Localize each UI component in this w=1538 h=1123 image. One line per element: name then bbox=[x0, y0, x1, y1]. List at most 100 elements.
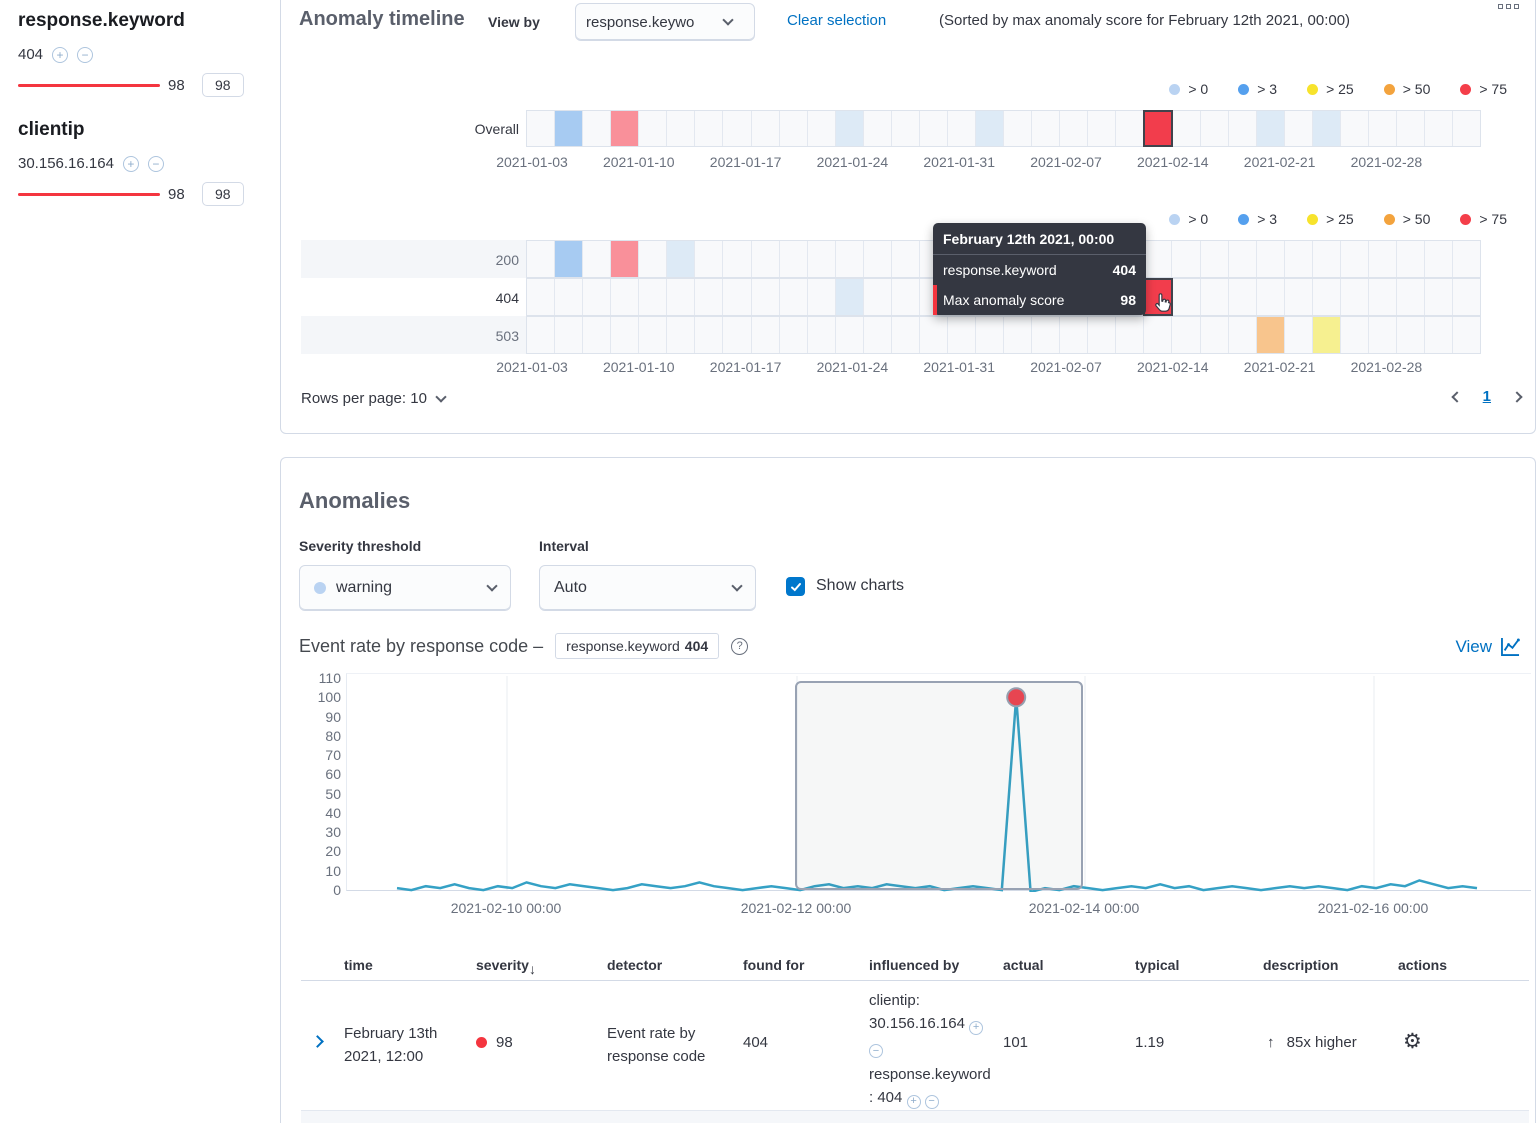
swimlane-cell[interactable] bbox=[639, 279, 667, 315]
swimlane-cell[interactable] bbox=[1229, 279, 1257, 315]
column-header-influenced-by[interactable]: influenced by bbox=[869, 957, 959, 973]
swimlane-cell[interactable] bbox=[1088, 111, 1116, 146]
swimlane-cell[interactable] bbox=[1453, 279, 1480, 315]
interval-select[interactable]: Auto bbox=[539, 565, 756, 611]
swimlane-cell[interactable] bbox=[1313, 279, 1341, 315]
rows-per-page-control[interactable]: Rows per page: 10 bbox=[301, 390, 445, 407]
swimlane-cell[interactable] bbox=[1397, 241, 1425, 277]
swimlane-cell[interactable] bbox=[1341, 241, 1369, 277]
severity-threshold-select[interactable]: warning bbox=[299, 565, 511, 611]
swimlane-cell[interactable] bbox=[1116, 111, 1144, 146]
swimlane-cell[interactable] bbox=[527, 279, 555, 315]
swimlane-cell[interactable] bbox=[555, 111, 583, 146]
column-header-typical[interactable]: typical bbox=[1135, 957, 1179, 973]
swimlane-cell[interactable] bbox=[611, 279, 639, 315]
show-charts-checkbox[interactable] bbox=[786, 577, 805, 596]
swimlane-cell[interactable] bbox=[1032, 317, 1060, 353]
swimlane-cell[interactable] bbox=[892, 279, 920, 315]
swimlane-cell[interactable] bbox=[611, 241, 639, 277]
swimlane-cell[interactable] bbox=[1341, 317, 1369, 353]
swimlane-cell[interactable] bbox=[1425, 241, 1453, 277]
swimlane-cell[interactable] bbox=[667, 241, 695, 277]
swimlane-cell[interactable] bbox=[920, 317, 948, 353]
swimlane-cell[interactable] bbox=[1257, 317, 1285, 353]
swimlane-cell[interactable] bbox=[808, 241, 836, 277]
swimlane-cell[interactable] bbox=[695, 111, 723, 146]
swimlane-cell[interactable] bbox=[892, 111, 920, 146]
column-header-severity[interactable]: severity ↓ bbox=[476, 957, 529, 973]
previous-page-icon[interactable] bbox=[1451, 391, 1462, 402]
swimlane-cell[interactable] bbox=[1229, 241, 1257, 277]
swimlane-cell[interactable] bbox=[808, 279, 836, 315]
swimlane-cell[interactable] bbox=[752, 279, 780, 315]
swimlane-cell[interactable] bbox=[1397, 317, 1425, 353]
time-selection-brush[interactable] bbox=[795, 681, 1083, 890]
swimlane-cell[interactable] bbox=[1425, 279, 1453, 315]
swimlane-cell[interactable] bbox=[836, 317, 864, 353]
swimlane-cell[interactable] bbox=[948, 111, 976, 146]
swimlane-cell[interactable] bbox=[1313, 241, 1341, 277]
swimlane-cell[interactable] bbox=[1116, 317, 1144, 353]
swimlane-cell[interactable] bbox=[920, 111, 948, 146]
swimlane-cell[interactable] bbox=[1088, 317, 1116, 353]
swimlane-cell[interactable] bbox=[808, 317, 836, 353]
swimlane-cell[interactable] bbox=[1313, 111, 1341, 146]
swimlane-cell[interactable] bbox=[780, 317, 808, 353]
swimlane-cell[interactable] bbox=[639, 241, 667, 277]
swimlane-cell[interactable] bbox=[1397, 279, 1425, 315]
filter-remove-icon[interactable]: − bbox=[869, 1044, 883, 1058]
swimlane-cell[interactable] bbox=[611, 111, 639, 146]
swimlane-cell[interactable] bbox=[1341, 279, 1369, 315]
swimlane-cell[interactable] bbox=[667, 279, 695, 315]
swimlane-cell[interactable] bbox=[555, 279, 583, 315]
swimlane-cell[interactable] bbox=[1257, 279, 1285, 315]
swimlane-cell[interactable] bbox=[527, 241, 555, 277]
help-icon[interactable]: ? bbox=[731, 638, 748, 655]
swimlane-cell[interactable] bbox=[1257, 241, 1285, 277]
swimlane-cell[interactable] bbox=[695, 241, 723, 277]
swimlane-cell[interactable] bbox=[1144, 111, 1172, 146]
swimlane-cell[interactable] bbox=[1453, 317, 1480, 353]
swimlane-cell[interactable] bbox=[1369, 111, 1397, 146]
column-header-description[interactable]: description bbox=[1263, 957, 1338, 973]
swimlane-cell[interactable] bbox=[1229, 317, 1257, 353]
swimlane-cell[interactable] bbox=[611, 317, 639, 353]
swimlane-cell[interactable] bbox=[1257, 111, 1285, 146]
swimlane-cell[interactable] bbox=[836, 111, 864, 146]
swimlane-cell[interactable] bbox=[555, 241, 583, 277]
column-header-detector[interactable]: detector bbox=[607, 957, 662, 973]
view-link[interactable]: View bbox=[1455, 636, 1521, 657]
filter-add-icon[interactable]: + bbox=[969, 1021, 983, 1035]
filter-add-icon[interactable]: + bbox=[123, 156, 139, 172]
swimlane-cell[interactable] bbox=[780, 241, 808, 277]
filter-remove-icon[interactable]: − bbox=[925, 1095, 939, 1109]
swimlane-cell[interactable] bbox=[1397, 111, 1425, 146]
swimlane-cell[interactable] bbox=[1060, 111, 1088, 146]
filter-add-icon[interactable]: + bbox=[52, 47, 68, 63]
swimlane-cell[interactable] bbox=[583, 279, 611, 315]
swimlane-cell[interactable] bbox=[1285, 317, 1313, 353]
swimlane-cell[interactable] bbox=[892, 317, 920, 353]
swimlane-cell[interactable] bbox=[723, 279, 751, 315]
swimlane-cell[interactable] bbox=[892, 241, 920, 277]
swimlane-cell[interactable] bbox=[527, 111, 555, 146]
swimlane-cell[interactable] bbox=[1201, 317, 1229, 353]
column-header-time[interactable]: time bbox=[344, 957, 373, 973]
swimlane-cell[interactable] bbox=[780, 111, 808, 146]
swimlane-cell[interactable] bbox=[583, 241, 611, 277]
swimlane-cell[interactable] bbox=[1369, 279, 1397, 315]
next-page-icon[interactable] bbox=[1511, 391, 1522, 402]
swimlane-cell[interactable] bbox=[1201, 279, 1229, 315]
swimlane-cell[interactable] bbox=[1004, 317, 1032, 353]
swimlane-cell[interactable] bbox=[1004, 111, 1032, 146]
swimlane-cell[interactable] bbox=[1144, 241, 1172, 277]
swimlane-cell[interactable] bbox=[583, 111, 611, 146]
filter-remove-icon[interactable]: − bbox=[77, 47, 93, 63]
swimlane-cell[interactable] bbox=[583, 317, 611, 353]
swimlane-cell[interactable] bbox=[555, 317, 583, 353]
filter-remove-icon[interactable]: − bbox=[148, 156, 164, 172]
swimlane-cell[interactable] bbox=[864, 111, 892, 146]
column-header-found-for[interactable]: found for bbox=[743, 957, 804, 973]
swimlane-cell[interactable] bbox=[723, 317, 751, 353]
swimlane-cell[interactable] bbox=[1425, 111, 1453, 146]
